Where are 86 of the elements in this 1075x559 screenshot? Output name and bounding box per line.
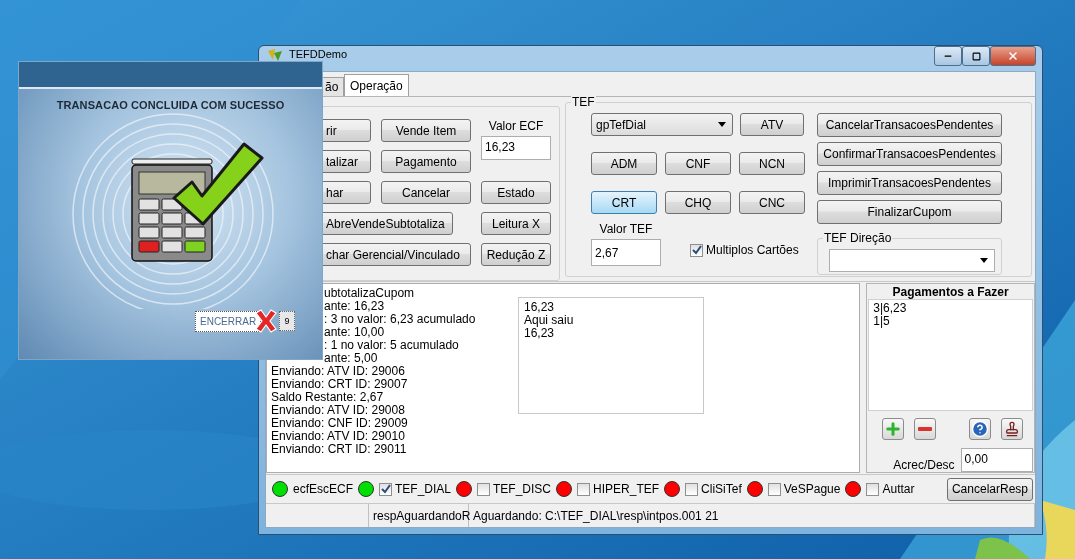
ecf-button[interactable]: Estado <box>481 181 551 204</box>
cancel-response-button[interactable]: CancelarResp <box>946 477 1033 501</box>
checkbox-label: CliSiTef <box>701 482 742 496</box>
dropdown-caret-icon <box>718 122 726 127</box>
ecf-button[interactable]: Cancelar <box>381 181 471 204</box>
memo-line: 16,23 <box>524 327 555 340</box>
tab[interactable]: Operação <box>344 74 409 96</box>
field-label: Valor TEF <box>599 222 653 236</box>
input-field[interactable]: 16,23 <box>481 136 551 160</box>
log-line: Enviando: CRT ID: 29011 <box>271 443 407 456</box>
action-button[interactable]: CancelarTransacoesPendentes <box>817 113 1002 137</box>
indicator-label: ecfEscECF <box>293 482 353 496</box>
checkbox[interactable] <box>690 243 703 257</box>
checkmark-icon <box>691 245 702 255</box>
memo-line: Aqui saiu <box>524 314 574 327</box>
tef-button[interactable]: CNC <box>739 191 805 214</box>
ecf-button[interactable]: Leitura X <box>481 212 551 235</box>
checkmark-icon <box>380 484 391 494</box>
checkbox-label: TEF_DISC <box>493 482 552 496</box>
log-line: Enviando: ATV ID: 29006 <box>271 365 405 378</box>
log-line: : 3 no valor: 6,23 acumulado <box>324 313 476 326</box>
minimize-button[interactable] <box>934 46 962 66</box>
stamp-icon <box>1004 421 1021 437</box>
list-item[interactable]: 3|6,23 <box>873 302 907 315</box>
checkbox-label: TEF_DIAL <box>395 482 452 496</box>
tef-button[interactable]: CNF <box>665 152 731 175</box>
checkbox-label: VeSPague <box>783 482 841 496</box>
log-line: ante: 10,00 <box>324 326 385 339</box>
window-title: TEFDDemo <box>289 48 349 60</box>
close-dialog-button[interactable]: ENCERRAR <box>195 310 261 332</box>
log-line: Enviando: CRT ID: 29007 <box>271 378 408 391</box>
log-line: Enviando: CNF ID: 29009 <box>271 417 408 430</box>
action-button[interactable]: FinalizarCupom <box>817 200 1002 224</box>
direction-dropdown[interactable] <box>829 249 995 272</box>
log-line: Enviando: ATV ID: 29008 <box>271 404 405 417</box>
input-field[interactable]: 2,67 <box>591 239 661 266</box>
close-icon <box>1007 50 1019 62</box>
log-line: ubtotalizaCupom <box>324 287 415 300</box>
add-button[interactable] <box>882 418 905 440</box>
log-line: Saldo Restante: 2,67 <box>271 391 384 404</box>
minus-icon <box>918 427 933 431</box>
plus-icon <box>884 420 903 438</box>
log-line: ante: 16,23 <box>324 300 385 313</box>
action-button[interactable]: ConfirmarTransacoesPendentes <box>817 142 1002 166</box>
checkbox-label: HIPER_TEF <box>593 482 660 496</box>
tef-button[interactable]: CRT <box>591 191 657 214</box>
group-legend: TEF Direção <box>823 231 893 245</box>
field-label: Valor ECF <box>488 119 544 133</box>
maximize-icon <box>971 51 981 61</box>
tef-button[interactable]: ADM <box>591 152 657 175</box>
remove-button[interactable] <box>914 418 937 440</box>
input-field[interactable]: 0,00 <box>960 448 1033 472</box>
countdown-counter: 9 <box>279 311 295 331</box>
help-icon <box>971 420 990 438</box>
tef-button[interactable]: CHQ <box>665 191 731 214</box>
dropdown-caret-icon <box>980 258 988 263</box>
checkbox[interactable] <box>379 482 392 496</box>
tef-button[interactable]: NCN <box>739 152 805 175</box>
panel-title: Pagamentos a Fazer <box>891 284 1010 299</box>
gateway-dropdown[interactable]: gpTefDial <box>591 113 733 136</box>
stamp-button[interactable] <box>1001 418 1024 440</box>
log-line: Enviando: ATV ID: 29010 <box>271 430 405 443</box>
checkbox-label: Auttar <box>882 482 915 496</box>
tef-button[interactable]: ATV <box>740 113 804 136</box>
checkbox[interactable] <box>577 482 591 496</box>
field-label: Acrec/Desc <box>893 458 955 472</box>
status-text: Aguardando: C:\TEF_DIAL\resp\intpos.001 21 <box>469 504 1035 527</box>
checkbox[interactable] <box>866 482 880 496</box>
checkbox[interactable] <box>685 482 699 496</box>
log-line: : 1 no valor: 5 acumulado <box>324 339 459 352</box>
status-text: respAguardandoR <box>369 504 469 527</box>
ecf-button[interactable]: Vende Item <box>381 119 471 142</box>
checkbox-label: Multiplos Cartões <box>706 243 799 257</box>
checkbox[interactable] <box>767 482 781 496</box>
app-icon <box>267 48 283 62</box>
group-legend: TEF <box>571 95 596 109</box>
list-item[interactable]: 1|5 <box>873 315 890 328</box>
checkbox[interactable] <box>477 482 491 496</box>
status-message: TRANSACAO CONCLUIDA COM SUCESSO <box>55 99 286 111</box>
ecf-button[interactable]: Redução Z <box>481 243 551 266</box>
help-button[interactable] <box>969 418 992 440</box>
action-button[interactable]: ImprimirTransacoesPendentes <box>817 171 1002 195</box>
log-line: ante: 5,00 <box>324 352 378 365</box>
maximize-button[interactable] <box>962 46 990 66</box>
memo-line: 16,23 <box>524 301 555 314</box>
ecf-button[interactable]: Pagamento <box>381 150 471 173</box>
